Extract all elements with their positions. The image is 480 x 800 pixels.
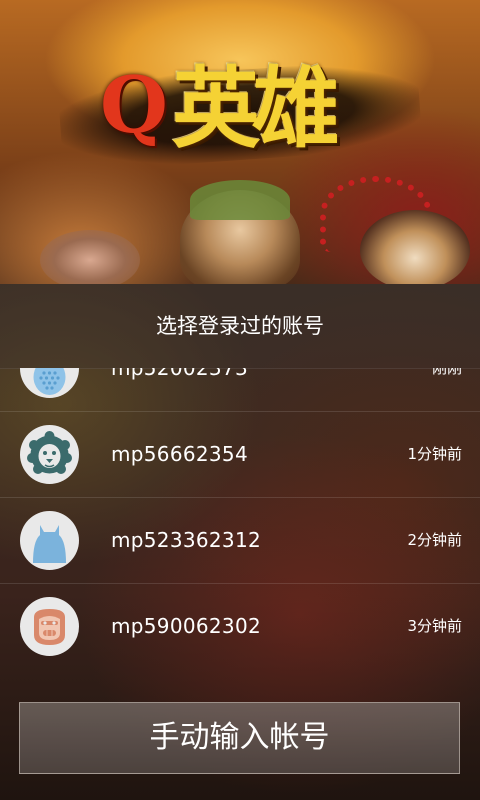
account-row[interactable]: mp56662354 1分钟前 [0, 412, 480, 498]
account-row[interactable]: mp523362312 2分钟前 [0, 498, 480, 584]
monkey-icon [20, 597, 79, 656]
game-logo: Q 英雄 [100, 32, 390, 162]
manual-input-account-button[interactable]: 手动输入帐号 [19, 702, 460, 774]
panel-title: 选择登录过的账号 [0, 284, 480, 369]
account-row[interactable]: mp590062302 3分钟前 [0, 584, 480, 666]
game-banner: Q 英雄 [0, 0, 480, 284]
account-name: mp52002373 [111, 368, 248, 380]
account-name: mp523362312 [111, 528, 261, 552]
cat-icon [20, 511, 79, 570]
owl-icon [20, 368, 79, 398]
account-select-panel: 选择登录过的账号 mp52002373 刚刚 mp56662354 1分钟前 m… [0, 284, 480, 800]
hero-figure-right [360, 210, 470, 284]
logo-title: 英雄 [172, 56, 340, 160]
account-name: mp590062302 [111, 614, 261, 638]
hero-figure-far [40, 230, 140, 284]
last-login-time: 3分钟前 [407, 617, 462, 635]
account-list[interactable]: mp52002373 刚刚 mp56662354 1分钟前 mp52336231… [0, 368, 480, 666]
account-row[interactable]: mp52002373 刚刚 [0, 368, 480, 412]
hero-helmet [190, 180, 290, 220]
last-login-time: 刚刚 [431, 368, 462, 377]
logo-q: Q [100, 60, 168, 151]
lion-icon [20, 425, 79, 484]
account-name: mp56662354 [111, 442, 248, 466]
last-login-time: 2分钟前 [407, 531, 462, 549]
last-login-time: 1分钟前 [407, 445, 462, 463]
